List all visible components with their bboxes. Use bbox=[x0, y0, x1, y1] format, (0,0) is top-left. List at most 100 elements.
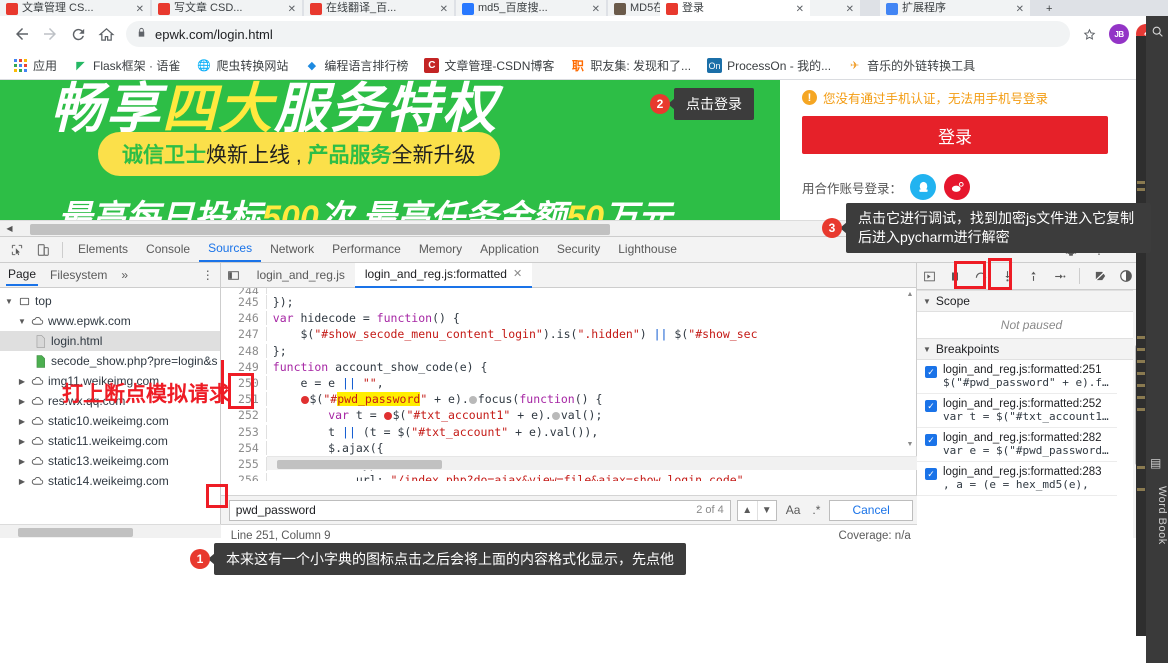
address-bar[interactable]: epwk.com/login.html bbox=[126, 21, 1070, 47]
browser-tab[interactable]: 扩展程序 ✕ bbox=[880, 0, 1030, 16]
bookmark-music[interactable]: ✈ 音乐的外链转换工具 bbox=[840, 54, 982, 77]
regex-toggle[interactable]: .* bbox=[809, 503, 823, 517]
match-case-toggle[interactable]: Aa bbox=[783, 503, 804, 517]
tab-close-icon[interactable]: ✕ bbox=[796, 4, 804, 15]
devtools-tab-performance[interactable]: Performance bbox=[323, 238, 410, 261]
scrollbar-thumb[interactable] bbox=[18, 528, 133, 537]
breakpoints-section-header[interactable]: ▼ Breakpoints bbox=[917, 338, 1146, 360]
search-icon[interactable] bbox=[1146, 16, 1168, 46]
reload-icon[interactable] bbox=[64, 20, 92, 48]
tree-node-static14[interactable]: ▶ static14.weikeimg.com bbox=[0, 471, 220, 491]
chevron-right-icon[interactable]: ▶ bbox=[17, 457, 27, 466]
editor-vertical-scrollbar[interactable]: ▲ ▼ bbox=[904, 288, 916, 481]
inline-breakpoint-icon[interactable] bbox=[300, 395, 309, 404]
tree-node-static10[interactable]: ▶ static10.weikeimg.com bbox=[0, 411, 220, 431]
chevron-right-icon[interactable]: ▶ bbox=[17, 477, 27, 486]
list-icon[interactable]: ▤ bbox=[1150, 456, 1161, 470]
devtools-tab-lighthouse[interactable]: Lighthouse bbox=[609, 238, 686, 261]
chevron-right-icon[interactable]: ▶ bbox=[17, 397, 27, 406]
bookmark-ranking[interactable]: ◆ 编程语言排行榜 bbox=[297, 54, 415, 77]
scroll-left-arrow-icon[interactable]: ◀ bbox=[2, 221, 17, 236]
bookmark-processon[interactable]: On ProcessOn - 我的... bbox=[700, 54, 838, 77]
breakpoint-item[interactable]: ✓ login_and_reg.js:formatted:252 var t =… bbox=[917, 394, 1117, 428]
breakpoint-checkbox[interactable]: ✓ bbox=[925, 468, 937, 480]
scope-section-header[interactable]: ▼ Scope bbox=[917, 290, 1146, 312]
tree-node-static11[interactable]: ▶ static11.weikeimg.com bbox=[0, 431, 220, 451]
devtools-tab-network[interactable]: Network bbox=[261, 238, 323, 261]
navigator-horizontal-scrollbar[interactable] bbox=[0, 524, 222, 538]
tree-node-login-html[interactable]: login.html bbox=[0, 331, 220, 351]
editor-tab-close-icon[interactable]: ✕ bbox=[513, 267, 522, 280]
browser-tab[interactable]: 文章管理 CS... ✕ bbox=[0, 0, 150, 16]
home-icon[interactable] bbox=[92, 20, 120, 48]
resume-script-icon[interactable] bbox=[917, 265, 941, 287]
back-arrow-icon[interactable] bbox=[8, 20, 36, 48]
editor-horizontal-scrollbar[interactable] bbox=[266, 456, 921, 470]
scrollbar-thumb[interactable] bbox=[276, 460, 442, 469]
tree-node-static13[interactable]: ▶ static13.weikeimg.com bbox=[0, 451, 220, 471]
devtools-tab-memory[interactable]: Memory bbox=[410, 238, 471, 261]
chevron-right-icon[interactable]: ▶ bbox=[17, 417, 27, 426]
inline-breakpoint-icon[interactable] bbox=[383, 411, 392, 420]
navigator-tab-filesystem[interactable]: Filesystem bbox=[48, 265, 109, 285]
tree-node-top[interactable]: ▼ top bbox=[0, 291, 220, 311]
chevron-right-icon[interactable]: ▶ bbox=[17, 377, 27, 386]
tab-close-icon[interactable]: ✕ bbox=[846, 4, 854, 15]
bookmark-crawler[interactable]: 🌐 爬虫转换网站 bbox=[189, 54, 295, 77]
devtools-tab-security[interactable]: Security bbox=[548, 238, 609, 261]
editor-tab-login-and-reg-formatted[interactable]: login_and_reg.js:formatted ✕ bbox=[354, 262, 533, 288]
bookmark-apps[interactable]: 应用 bbox=[6, 54, 64, 77]
login-button[interactable]: 登录 bbox=[802, 116, 1108, 154]
cancel-button[interactable]: Cancel bbox=[829, 499, 913, 521]
inline-breakpoint-icon[interactable] bbox=[551, 411, 560, 420]
scroll-up-arrow-icon[interactable]: ▲ bbox=[904, 288, 916, 300]
bookmark-csdn[interactable]: C 文章管理-CSDN博客 bbox=[417, 54, 561, 77]
inline-breakpoint-icon[interactable] bbox=[468, 395, 477, 404]
tree-node-epwk[interactable]: ▼ www.epwk.com bbox=[0, 311, 220, 331]
step-icon[interactable] bbox=[1047, 265, 1071, 287]
weibo-icon[interactable] bbox=[944, 174, 971, 200]
breakpoint-checkbox[interactable]: ✓ bbox=[925, 434, 937, 446]
chevron-down-icon[interactable]: ▼ bbox=[923, 297, 931, 306]
navigator-tabs-overflow-icon[interactable]: » bbox=[119, 265, 130, 285]
find-next-button[interactable]: ▼ bbox=[756, 500, 776, 520]
collapse-sidebar-icon[interactable] bbox=[221, 269, 247, 282]
breakpoint-item[interactable]: ✓ login_and_reg.js:formatted:251 $("#pwd… bbox=[917, 360, 1117, 394]
chevron-down-icon[interactable]: ▼ bbox=[4, 297, 14, 306]
more-vertical-icon[interactable]: ⋮ bbox=[202, 268, 214, 282]
breakpoint-item[interactable]: ✓ login_and_reg.js:formatted:282 var e =… bbox=[917, 428, 1117, 462]
bookmark-star-icon[interactable] bbox=[1076, 21, 1102, 47]
tab-close-icon[interactable]: ✕ bbox=[440, 4, 448, 15]
pause-on-exceptions-icon[interactable] bbox=[1114, 265, 1138, 287]
inspect-element-icon[interactable] bbox=[4, 238, 30, 262]
device-toolbar-icon[interactable] bbox=[30, 238, 56, 262]
chevron-right-icon[interactable]: ▶ bbox=[17, 437, 27, 446]
line-number[interactable]: 252 bbox=[220, 408, 267, 423]
scrollbar-thumb[interactable] bbox=[30, 224, 610, 235]
navigator-tab-page[interactable]: Page bbox=[6, 264, 39, 286]
chevron-down-icon[interactable]: ▼ bbox=[923, 345, 931, 354]
tab-close-icon[interactable]: ✕ bbox=[288, 4, 296, 15]
deactivate-breakpoints-icon[interactable] bbox=[1088, 265, 1112, 287]
tab-close-icon[interactable]: ✕ bbox=[592, 4, 600, 15]
code-editor[interactable]: 244 245 }); 246 var hidecode = function(… bbox=[220, 288, 921, 481]
find-prev-button[interactable]: ▲ bbox=[738, 501, 757, 520]
chevron-down-icon[interactable]: ▼ bbox=[17, 317, 27, 326]
browser-tab[interactable]: 在线翻译_百... ✕ bbox=[304, 0, 454, 16]
breakpoint-item[interactable]: ✓ login_and_reg.js:formatted:283 , a = (… bbox=[917, 462, 1117, 496]
devtools-tab-sources[interactable]: Sources bbox=[199, 237, 262, 262]
forward-arrow-icon[interactable] bbox=[36, 20, 64, 48]
breakpoint-checkbox[interactable]: ✓ bbox=[925, 400, 937, 412]
browser-tab-active[interactable]: 登录 ✕ bbox=[660, 0, 810, 16]
devtools-tab-console[interactable]: Console bbox=[137, 238, 199, 261]
tab-close-icon[interactable]: ✕ bbox=[1016, 4, 1024, 15]
editor-tab-login-and-reg[interactable]: login_and_reg.js bbox=[247, 264, 355, 287]
browser-tab[interactable]: 写文章 CSD... ✕ bbox=[152, 0, 302, 16]
extension-minimap-scrollbar[interactable] bbox=[1136, 36, 1146, 636]
tree-node-secode-php[interactable]: secode_show.php?pre=login&s bbox=[0, 351, 220, 371]
new-tab-button[interactable]: + bbox=[1040, 0, 1070, 16]
browser-tab[interactable]: md5_百度搜... ✕ bbox=[456, 0, 606, 16]
find-input[interactable]: pwd_password 2 of 4 bbox=[228, 499, 731, 521]
devtools-tab-application[interactable]: Application bbox=[471, 238, 548, 261]
qq-icon[interactable] bbox=[910, 174, 937, 200]
